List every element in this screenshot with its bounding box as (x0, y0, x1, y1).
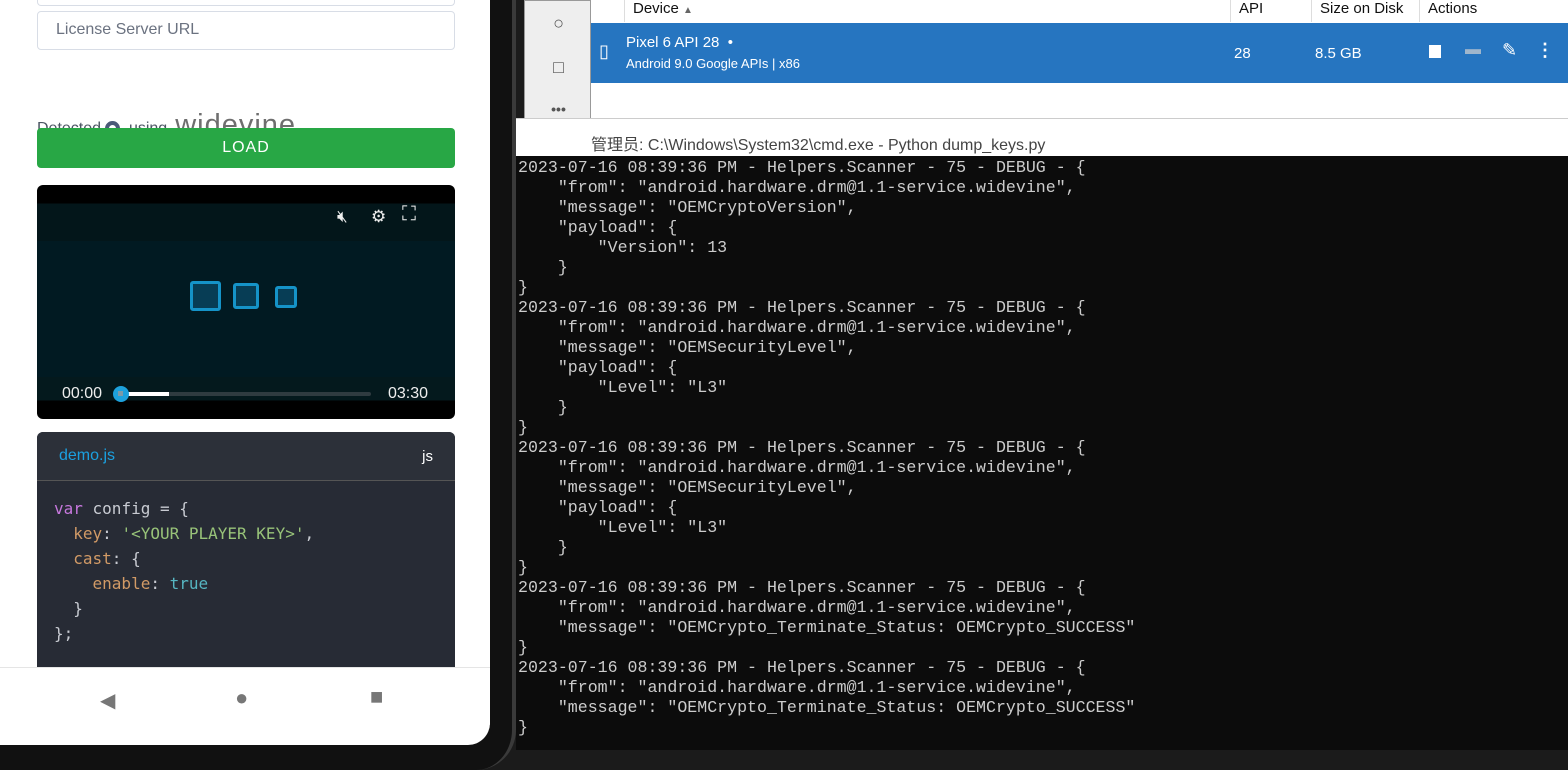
code-header: demo.js js (37, 432, 455, 481)
seek-handle[interactable] (113, 386, 129, 402)
code-token: : (150, 574, 170, 593)
console-line: "Level": "L3" (518, 378, 728, 397)
code-token: var (54, 499, 83, 518)
emulator-phone-frame: License Server URL Detected , using wide… (0, 0, 516, 770)
console-line: 2023-07-16 08:39:36 PM - Helpers.Scanner… (518, 658, 1086, 677)
device-subtitle: Android 9.0 Google APIs | x86 (626, 56, 800, 71)
code-token: '<YOUR PLAYER KEY>' (121, 524, 305, 543)
device-api: 28 (1234, 45, 1251, 62)
console-line: "Version": 13 (518, 238, 728, 257)
settings-gear-icon[interactable]: ⚙ (371, 207, 386, 227)
more-vertical-icon[interactable]: ⋮ (1536, 40, 1554, 61)
console-line: "from": "android.hardware.drm@1.1-servic… (518, 598, 1076, 617)
device-name-text: Pixel 6 API 28 (626, 34, 720, 51)
more-icon[interactable]: ••• (525, 101, 592, 117)
code-block: demo.js js var config = { key: '<YOUR PL… (37, 432, 455, 692)
console-line: } (518, 638, 528, 657)
console-line: "message": "OEMSecurityLevel", (518, 478, 857, 497)
device-size: 8.5 GB (1315, 45, 1362, 62)
mute-icon[interactable]: 🔇︎ (337, 207, 348, 227)
phone-device-icon: ▯ (599, 41, 609, 61)
console-line: "message": "OEMCryptoVersion", (518, 198, 857, 217)
loading-square-icon (275, 286, 297, 308)
code-token: cast (73, 549, 112, 568)
console-line: "Level": "L3" (518, 518, 728, 537)
column-label: Device (633, 0, 679, 17)
code-language: js (422, 447, 433, 465)
console-line: "from": "android.hardware.drm@1.1-servic… (518, 678, 1076, 697)
folder-icon[interactable]: ▬ (1465, 41, 1481, 59)
loading-square-icon (190, 281, 221, 311)
column-actions[interactable]: Actions (1419, 0, 1559, 22)
duration: 03:30 (388, 385, 429, 402)
code-token: config = { (82, 499, 189, 518)
console-line: "payload": { (518, 358, 678, 377)
device-name: Pixel 6 API 28 • (626, 34, 733, 51)
fullscreen-icon[interactable]: ⛶ (402, 203, 416, 226)
recents-icon[interactable]: ■ (370, 684, 383, 710)
seek-bar[interactable] (113, 386, 371, 402)
code-token: true (169, 574, 209, 593)
edit-pencil-icon[interactable]: ✎ (1502, 40, 1517, 61)
load-button[interactable]: LOAD (37, 128, 455, 168)
device-row-selected[interactable]: ▯ Pixel 6 API 28 • Android 9.0 Google AP… (591, 23, 1568, 83)
column-size[interactable]: Size on Disk (1311, 0, 1411, 22)
console-line: } (518, 718, 528, 737)
current-time: 00:00 (62, 385, 103, 402)
console-line: "message": "OEMCrypto_Terminate_Status: … (518, 698, 1136, 717)
loading-square-icon (233, 283, 259, 309)
console-line: "from": "android.hardware.drm@1.1-servic… (518, 458, 1076, 477)
console-line: } (518, 278, 528, 297)
console-line: "message": "OEMCrypto_Terminate_Status: … (518, 618, 1136, 637)
console-line: } (518, 558, 528, 577)
device-manager-panel: Device ▲ API Size on Disk Actions ▯ Pixe… (591, 0, 1568, 118)
running-indicator: • (727, 34, 734, 51)
console-line: 2023-07-16 08:39:36 PM - Helpers.Scanner… (518, 578, 1086, 597)
previous-input[interactable] (37, 0, 455, 6)
emulator-side-toolbar: ○ □ ••• (524, 0, 591, 120)
console-line: "from": "android.hardware.drm@1.1-servic… (518, 178, 1076, 197)
back-icon[interactable]: ◀ (100, 688, 115, 713)
cmd-title-text: 管理员: C:\Windows\System32\cmd.exe - Pytho… (591, 137, 1046, 154)
cmd-console-output[interactable]: 2023-07-16 08:39:36 PM - Helpers.Scanner… (516, 156, 1568, 750)
console-line: "from": "android.hardware.drm@1.1-servic… (518, 318, 1076, 337)
code-token: : (102, 524, 122, 543)
code-token: : { (111, 549, 141, 568)
column-device[interactable]: Device ▲ (624, 0, 1230, 22)
console-line: } (518, 398, 568, 417)
code-token: } (73, 599, 83, 618)
console-line: 2023-07-16 08:39:36 PM - Helpers.Scanner… (518, 298, 1086, 317)
console-line: } (518, 258, 568, 277)
column-api[interactable]: API (1230, 0, 1311, 22)
code-token: enable (92, 574, 151, 593)
stop-icon[interactable] (1429, 45, 1441, 58)
license-server-url-input[interactable]: License Server URL (37, 11, 455, 50)
overview-square-icon[interactable]: □ (525, 57, 592, 78)
console-line: 2023-07-16 08:39:36 PM - Helpers.Scanner… (518, 438, 1086, 457)
code-token: key (73, 524, 103, 543)
console-line: } (518, 538, 568, 557)
android-nav-bar: ◀ ● ■ (0, 667, 490, 725)
console-line: } (518, 418, 528, 437)
phone-screen: License Server URL Detected , using wide… (0, 0, 490, 745)
home-icon[interactable]: ● (235, 685, 248, 711)
code-token: , (304, 524, 315, 543)
console-line: "payload": { (518, 218, 678, 237)
code-token: }; (54, 624, 74, 643)
video-player[interactable]: 🔇︎ ⚙ ⛶ 00:00 03:30 (37, 185, 455, 419)
sort-ascending-icon: ▲ (683, 5, 693, 16)
cmd-window-title: 管理员: C:\Windows\System32\cmd.exe - Pytho… (516, 118, 1568, 156)
console-line: 2023-07-16 08:39:36 PM - Helpers.Scanner… (518, 158, 1086, 177)
home-circle-icon[interactable]: ○ (525, 13, 592, 34)
console-line: "message": "OEMSecurityLevel", (518, 338, 857, 357)
code-content: var config = { key: '<YOUR PLAYER KEY>',… (37, 481, 455, 661)
console-line: "payload": { (518, 498, 678, 517)
code-filename: demo.js (59, 447, 116, 464)
